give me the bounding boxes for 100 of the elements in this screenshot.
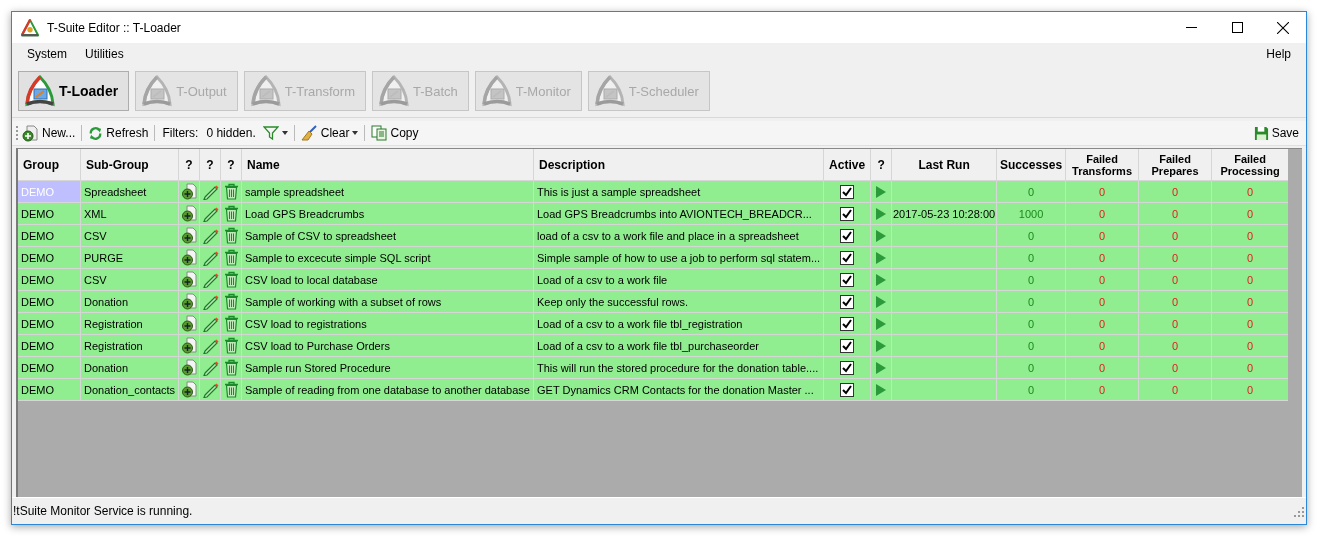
table-cell: load of a csv to a work file and place in a spreadsheet <box>534 225 824 246</box>
edit-icon[interactable] <box>201 293 219 310</box>
delete-icon[interactable] <box>222 359 240 376</box>
checkbox[interactable] <box>840 382 855 397</box>
add-document-icon[interactable] <box>180 249 198 266</box>
add-document-icon[interactable] <box>180 315 198 332</box>
checkbox[interactable] <box>840 360 855 375</box>
delete-icon[interactable] <box>222 337 240 354</box>
new-document-icon <box>22 124 39 142</box>
checkbox[interactable] <box>840 228 855 243</box>
play-icon[interactable] <box>876 295 887 308</box>
add-document-icon[interactable] <box>180 293 198 310</box>
menu-item[interactable]: Help <box>1257 47 1300 61</box>
table-cell: 0 <box>997 291 1066 312</box>
new-button[interactable]: New... <box>19 122 79 144</box>
table-cell: CSV load to local database <box>242 269 533 290</box>
delete-icon[interactable] <box>222 381 240 398</box>
edit-icon[interactable] <box>201 183 219 200</box>
delete-icon[interactable] <box>222 293 240 310</box>
column-header[interactable]: ? <box>179 149 199 180</box>
resize-grip-icon[interactable] <box>1293 505 1304 517</box>
table-cell: 0 <box>1212 181 1289 202</box>
checkbox[interactable] <box>840 316 855 331</box>
close-icon[interactable] <box>1277 21 1289 34</box>
add-document-icon[interactable] <box>180 205 198 222</box>
table-cell[interactable]: DEMO <box>18 291 80 312</box>
table-cell: Donation_contacts <box>81 379 178 400</box>
menu-item[interactable]: System <box>18 47 76 61</box>
table-cell: 0 <box>997 269 1066 290</box>
column-header[interactable]: Successes <box>997 149 1066 180</box>
table-cell[interactable]: DEMO <box>18 379 80 400</box>
table-cell: 0 <box>997 225 1066 246</box>
column-header[interactable]: ? <box>221 149 241 180</box>
play-icon[interactable] <box>876 361 887 374</box>
add-document-icon[interactable] <box>180 227 198 244</box>
play-icon[interactable] <box>876 207 887 220</box>
delete-icon[interactable] <box>222 249 240 266</box>
table-cell: GET Dynamics CRM Contacts for the donation Master ... <box>534 379 824 400</box>
edit-icon[interactable] <box>201 205 219 222</box>
table-cell: 0 <box>1066 291 1139 312</box>
add-document-icon[interactable] <box>180 381 198 398</box>
checkbox[interactable] <box>840 250 855 265</box>
column-header[interactable]: Failed Transforms <box>1066 149 1139 180</box>
table-cell: 0 <box>1139 269 1212 290</box>
play-icon[interactable] <box>876 229 887 242</box>
menu-item[interactable]: Utilities <box>76 47 133 61</box>
play-icon[interactable] <box>876 383 887 396</box>
add-document-icon[interactable] <box>180 359 198 376</box>
checkbox[interactable] <box>840 294 855 309</box>
table-cell: 2017-05-23 10:28:00 <box>892 203 997 224</box>
table-cell[interactable]: DEMO <box>18 335 80 356</box>
play-icon[interactable] <box>876 251 887 264</box>
table-cell[interactable]: DEMO <box>18 247 80 268</box>
add-document-icon[interactable] <box>180 183 198 200</box>
delete-icon[interactable] <box>222 227 240 244</box>
add-document-icon[interactable] <box>180 337 198 354</box>
refresh-icon <box>88 125 104 141</box>
column-header[interactable]: Description <box>534 149 824 180</box>
play-icon[interactable] <box>876 317 887 330</box>
table-cell: 0 <box>1139 203 1212 224</box>
column-header[interactable]: Failed Processing <box>1212 149 1289 180</box>
checkbox[interactable] <box>840 206 855 221</box>
table-cell: CSV load to Purchase Orders <box>242 335 533 356</box>
edit-icon[interactable] <box>201 271 219 288</box>
edit-icon[interactable] <box>201 359 219 376</box>
checkbox[interactable] <box>840 272 855 287</box>
play-icon[interactable] <box>876 339 887 352</box>
play-icon[interactable] <box>876 185 887 198</box>
edit-icon[interactable] <box>201 227 219 244</box>
column-header[interactable]: Last Run <box>892 149 997 180</box>
copy-button[interactable]: Copy <box>368 122 422 144</box>
delete-icon[interactable] <box>222 315 240 332</box>
column-header[interactable]: Group <box>18 149 80 180</box>
table-cell[interactable]: DEMO <box>18 203 80 224</box>
table-cell[interactable]: DEMO <box>18 357 80 378</box>
table-cell[interactable]: DEMO <box>18 225 80 246</box>
column-header[interactable]: Sub-Group <box>81 149 178 180</box>
checkbox[interactable] <box>840 338 855 353</box>
column-header[interactable]: Failed Prepares <box>1139 149 1212 180</box>
column-header[interactable]: Name <box>242 149 533 180</box>
table-cell[interactable]: DEMO <box>18 269 80 290</box>
refresh-button[interactable]: Refresh <box>85 122 152 144</box>
maximize-icon[interactable] <box>1231 22 1243 33</box>
column-header[interactable]: Active <box>824 149 871 180</box>
module-button[interactable]: T-Loader <box>18 71 130 111</box>
add-document-icon[interactable] <box>180 271 198 288</box>
clear-button[interactable]: Clear <box>297 122 362 144</box>
table-cell[interactable]: DEMO <box>18 313 80 334</box>
edit-icon[interactable] <box>201 315 219 332</box>
column-header[interactable]: ? <box>871 149 892 180</box>
delete-icon[interactable] <box>222 271 240 288</box>
delete-icon[interactable] <box>222 183 240 200</box>
edit-icon[interactable] <box>201 337 219 354</box>
delete-icon[interactable] <box>222 205 240 222</box>
edit-icon[interactable] <box>201 249 219 266</box>
checkbox[interactable] <box>840 184 855 199</box>
edit-icon[interactable] <box>201 381 219 398</box>
column-header[interactable]: ? <box>200 149 220 180</box>
save-button[interactable]: Save <box>1250 122 1302 144</box>
play-icon[interactable] <box>876 273 887 286</box>
